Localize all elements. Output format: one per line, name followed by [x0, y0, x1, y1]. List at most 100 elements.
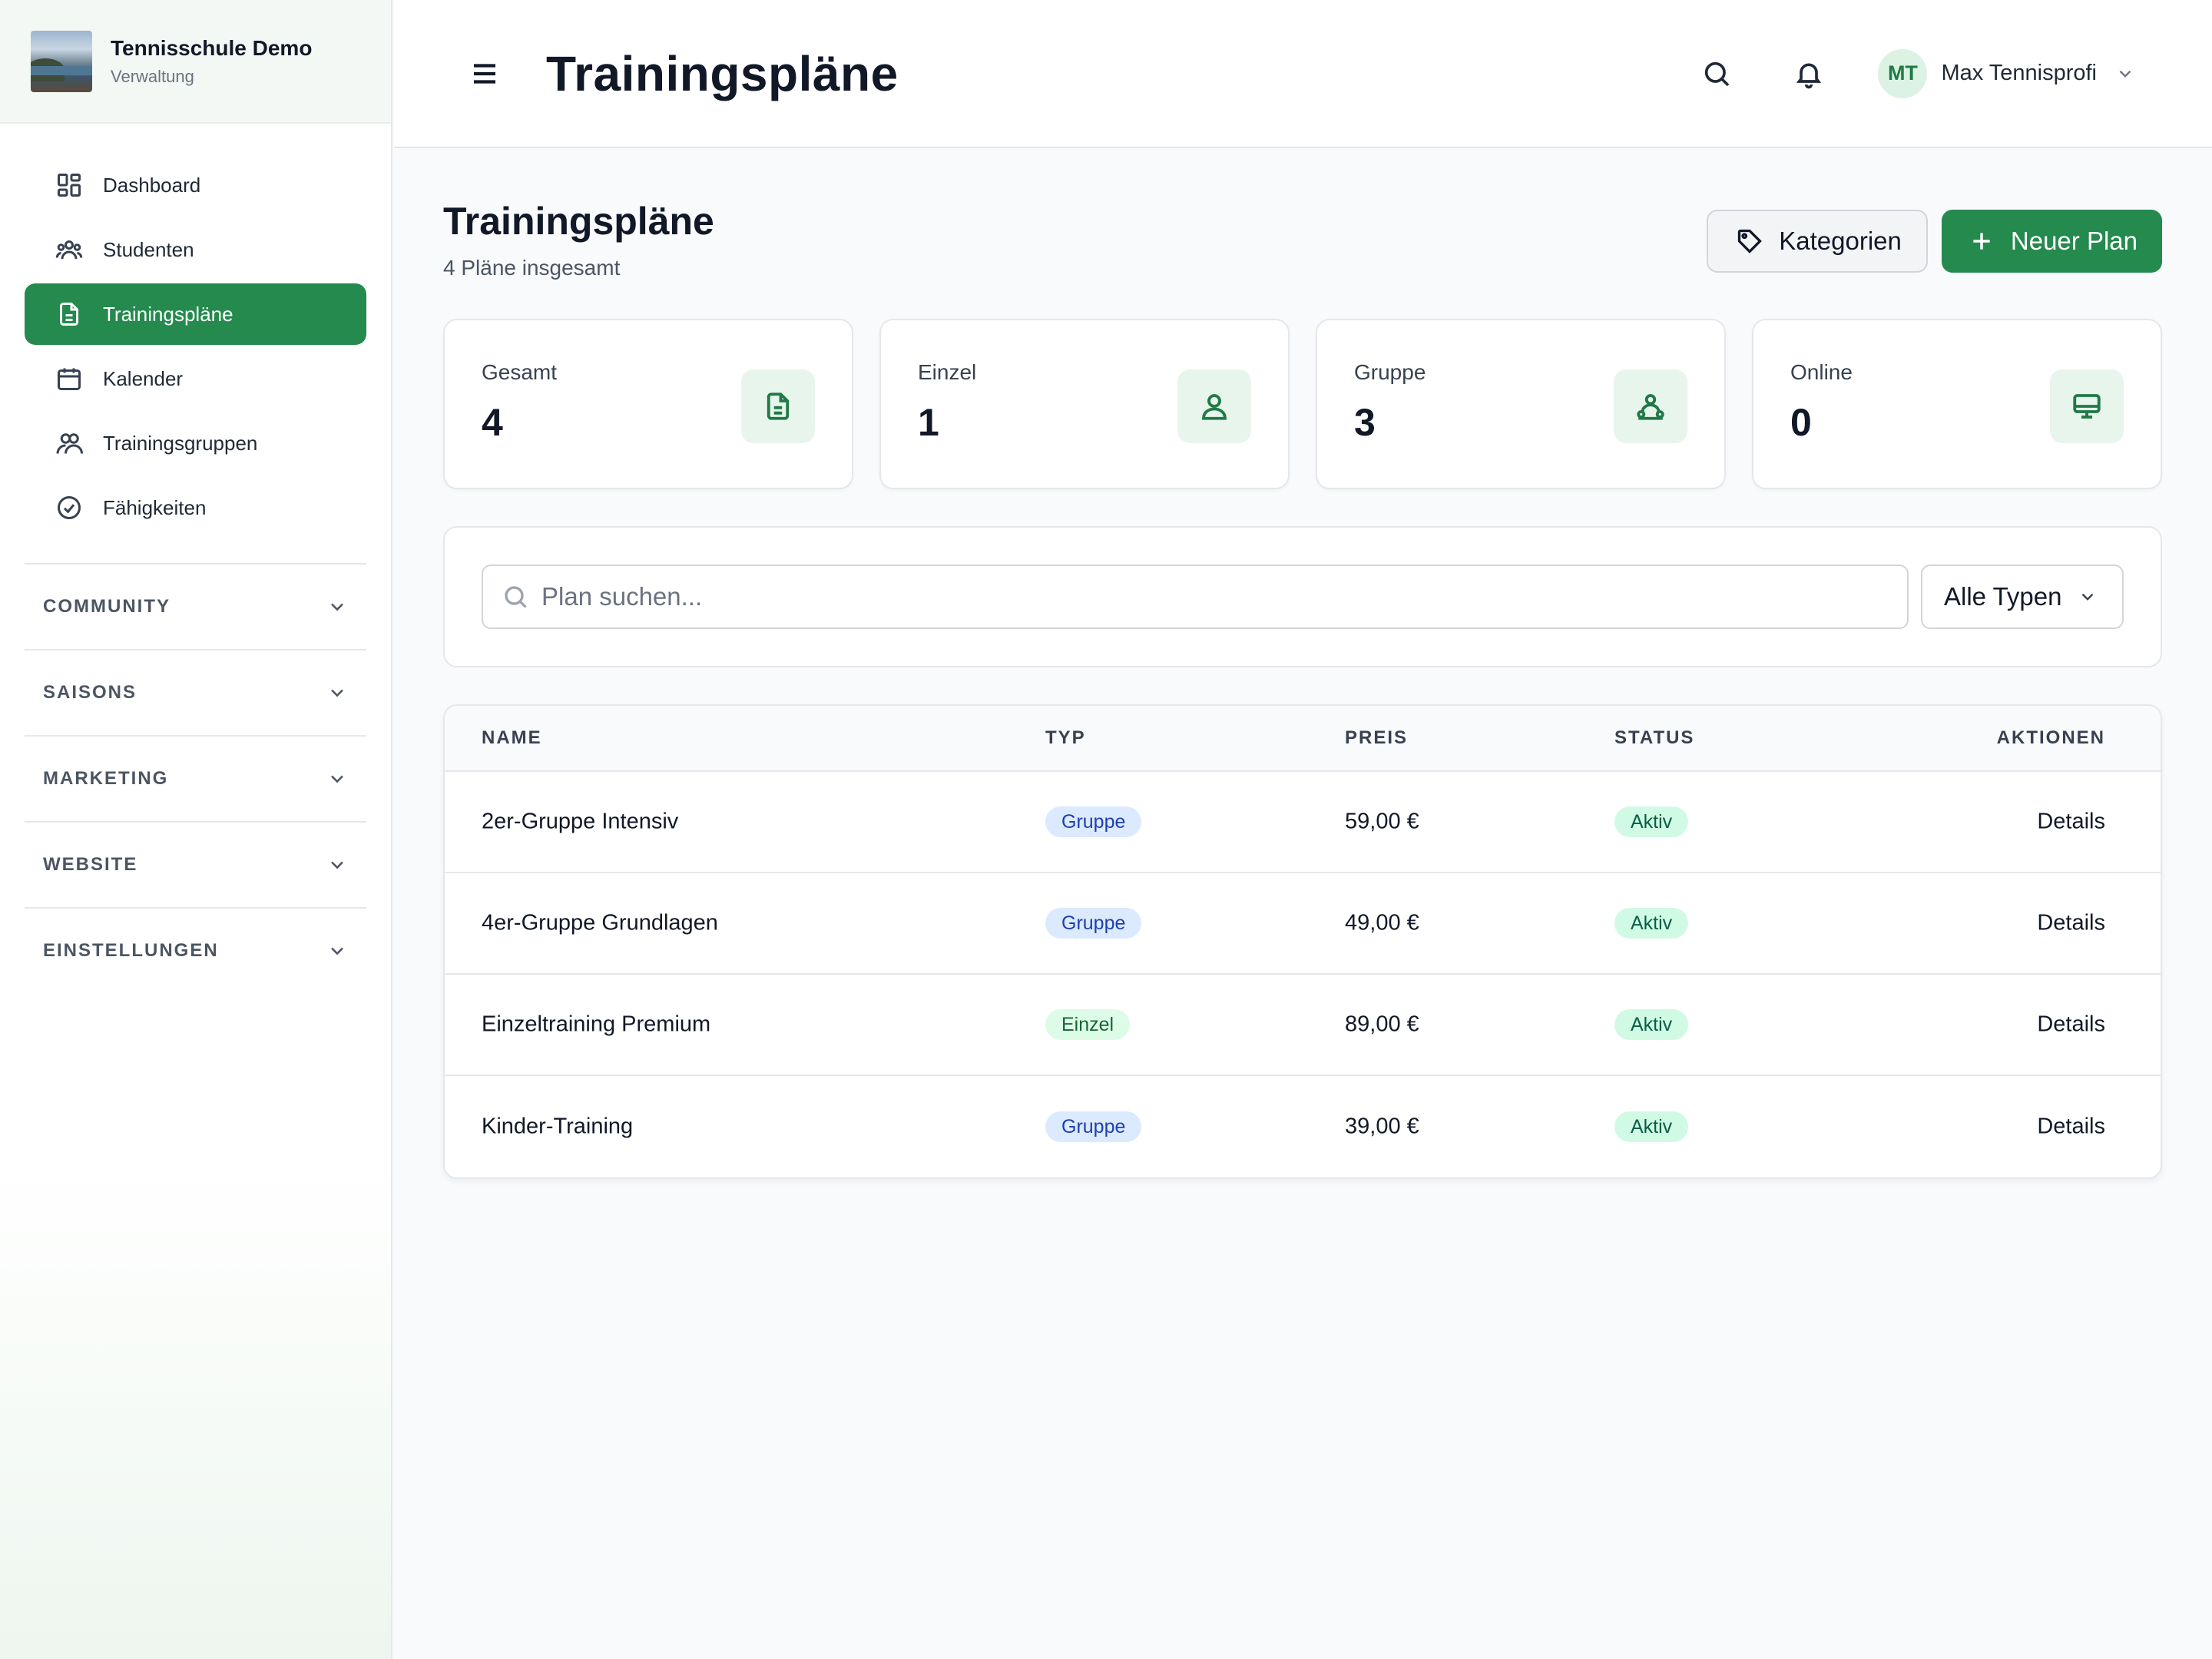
sidebar-item-label: Studenten — [103, 237, 194, 261]
categories-button[interactable]: Kategorien — [1707, 210, 1928, 273]
sidebar-item-studenten[interactable]: Studenten — [25, 219, 366, 280]
status-badge: Aktiv — [1614, 1111, 1689, 1142]
sidebar-section-saisons[interactable]: SAISONS — [25, 649, 366, 735]
sidebar-item-trainingsgruppen[interactable]: Trainingsgruppen — [25, 412, 366, 474]
type-filter-select[interactable]: Alle Typen — [1921, 565, 2124, 629]
plan-name: 2er-Gruppe Intensiv — [482, 809, 679, 834]
table-row[interactable]: Kinder-Training Gruppe 39,00 € Aktiv Det… — [445, 1076, 2161, 1177]
search-input[interactable] — [541, 582, 1847, 611]
app: Tennisschule Demo Verwaltung Dashboard S… — [0, 0, 2212, 1659]
stat-value: 0 — [1790, 401, 1812, 444]
page-subtitle: 4 Pläne insgesamt — [443, 256, 621, 280]
sidebar-item-kalender[interactable]: Kalender — [25, 348, 366, 409]
search-icon — [1705, 61, 1730, 86]
search-field[interactable] — [482, 565, 1909, 629]
section-label: WEBSITE — [43, 854, 138, 875]
file-text-icon — [767, 392, 790, 420]
sidebar-section-einstellungen[interactable]: EINSTELLUNGEN — [25, 907, 366, 993]
sidebar-nav: Dashboard Studenten Trainingspläne Kalen… — [0, 124, 391, 538]
users-icon — [55, 240, 83, 260]
new-plan-button[interactable]: Neuer Plan — [1941, 210, 2162, 273]
user-group-icon — [56, 433, 83, 454]
column-header-type: TYP — [1045, 727, 1086, 748]
sidebar-item-trainingsplaene[interactable]: Trainingspläne — [25, 283, 366, 345]
chevron-down-icon — [331, 689, 343, 697]
plan-name: 4er-Gruppe Grundlagen — [482, 910, 718, 935]
brand-name: Tennisschule Demo — [111, 35, 313, 60]
sidebar-item-label: Trainingspläne — [103, 302, 233, 326]
column-header-name: NAME — [482, 727, 542, 748]
type-badge: Gruppe — [1045, 908, 1142, 939]
stats-row: Gesamt 4 Einzel 1 Gruppe 3 Online 0 — [443, 319, 2162, 489]
details-link[interactable]: Details — [2037, 1114, 2105, 1140]
stat-icon-box — [1614, 369, 1687, 443]
column-header-actions: AKTIONEN — [1996, 727, 2105, 748]
page-header: Trainingspläne 4 Pläne insgesamt Kategor… — [443, 148, 2162, 319]
sidebar-item-label: Trainingsgruppen — [103, 431, 258, 455]
sidebar-sections: COMMUNITY SAISONS MARKETING WEBSITE EINS… — [0, 563, 391, 993]
chevron-down-icon — [331, 861, 343, 869]
sidebar-item-dashboard[interactable]: Dashboard — [25, 154, 366, 216]
plan-price: 39,00 € — [1345, 1114, 1419, 1139]
plus-icon — [1973, 233, 1990, 250]
chevron-down-icon — [2081, 593, 2093, 601]
sidebar: Tennisschule Demo Verwaltung Dashboard S… — [0, 0, 392, 1659]
main-content: Trainingspläne 4 Pläne insgesamt Kategor… — [443, 148, 2162, 1179]
section-label: EINSTELLUNGEN — [43, 940, 219, 961]
stat-value: 4 — [482, 401, 503, 444]
sidebar-item-faehigkeiten[interactable]: Fähigkeiten — [25, 477, 366, 538]
details-link[interactable]: Details — [2037, 1012, 2105, 1038]
column-header-status: STATUS — [1614, 727, 1695, 748]
chevron-down-icon — [331, 603, 343, 611]
top-bar: Trainingspläne MT Max Tennisprofi — [394, 0, 2212, 148]
bell-icon — [1796, 63, 1822, 88]
stat-icon-box — [741, 369, 815, 443]
column-header-price: PREIS — [1345, 727, 1409, 748]
stat-label: Einzel — [918, 360, 977, 384]
type-badge: Gruppe — [1045, 806, 1142, 837]
sidebar-section-website[interactable]: WEBSITE — [25, 821, 366, 907]
sidebar-section-community[interactable]: COMMUNITY — [25, 563, 366, 649]
table-row[interactable]: 2er-Gruppe Intensiv Gruppe 59,00 € Aktiv… — [445, 772, 2161, 873]
stat-card-einzel: Einzel 1 — [879, 319, 1290, 489]
stat-value: 3 — [1354, 401, 1376, 444]
sidebar-section-marketing[interactable]: MARKETING — [25, 735, 366, 821]
calendar-icon — [58, 368, 81, 390]
monitor-icon — [2073, 394, 2101, 419]
search-button[interactable] — [1695, 52, 1738, 95]
sidebar-item-label: Fähigkeiten — [103, 495, 207, 519]
group-icon — [1637, 394, 1664, 420]
search-icon — [505, 586, 527, 608]
categories-button-label: Kategorien — [1779, 227, 1902, 255]
chevron-down-icon — [2119, 70, 2131, 78]
brand[interactable]: Tennisschule Demo Verwaltung — [0, 0, 391, 124]
status-badge: Aktiv — [1614, 806, 1689, 837]
stat-value: 1 — [918, 401, 939, 444]
stat-card-gesamt: Gesamt 4 — [443, 319, 853, 489]
plan-price: 49,00 € — [1345, 910, 1419, 935]
brand-logo — [31, 30, 92, 92]
stat-label: Gesamt — [482, 360, 558, 384]
user-menu[interactable]: MT Max Tennisprofi — [1878, 48, 2135, 98]
details-link[interactable]: Details — [2037, 911, 2105, 936]
notifications-button[interactable] — [1787, 52, 1830, 95]
layout-dashboard-icon — [58, 174, 81, 197]
table-row[interactable]: 4er-Gruppe Grundlagen Gruppe 49,00 € Akt… — [445, 873, 2161, 975]
plans-table: NAME TYP PREIS STATUS AKTIONEN 2er-Grupp… — [443, 704, 2162, 1179]
plan-name: Kinder-Training — [482, 1114, 634, 1139]
chevron-down-icon — [331, 775, 343, 783]
table-row[interactable]: Einzeltraining Premium Einzel 89,00 € Ak… — [445, 975, 2161, 1076]
plan-name: Einzeltraining Premium — [482, 1012, 711, 1037]
stat-card-gruppe: Gruppe 3 — [1316, 319, 1726, 489]
status-badge: Aktiv — [1614, 1009, 1689, 1040]
tag-icon — [1738, 229, 1763, 253]
chevron-down-icon — [331, 947, 343, 955]
status-badge: Aktiv — [1614, 908, 1689, 939]
plan-price: 59,00 € — [1345, 809, 1419, 834]
menu-button[interactable] — [466, 55, 503, 92]
type-badge: Gruppe — [1045, 1111, 1142, 1142]
table-header: NAME TYP PREIS STATUS AKTIONEN — [445, 706, 2161, 772]
user-name: Max Tennisprofi — [1941, 61, 2097, 85]
details-link[interactable]: Details — [2037, 810, 2105, 835]
header-title: Trainingspläne — [546, 45, 899, 101]
